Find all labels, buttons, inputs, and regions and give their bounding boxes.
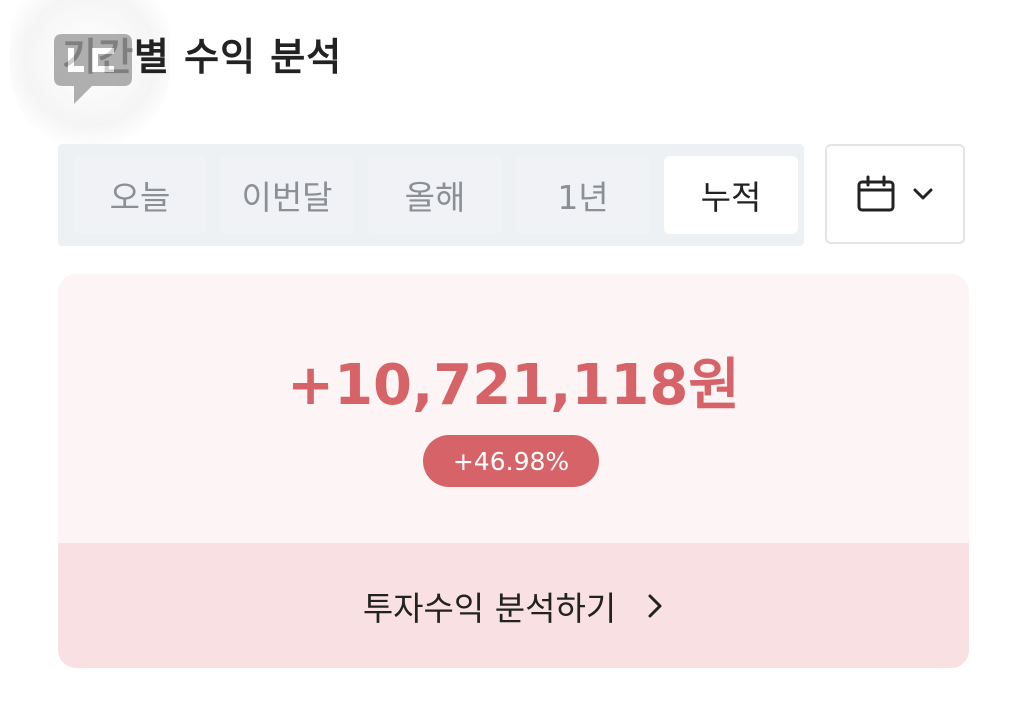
calendar-dropdown-button[interactable] <box>825 144 965 244</box>
tab-one-year[interactable]: 1년 <box>516 156 650 234</box>
analyze-profit-label: 투자수익 분석하기 <box>362 588 617 628</box>
tab-this-year[interactable]: 올해 <box>368 156 502 234</box>
chevron-down-icon <box>913 188 933 200</box>
chat-bubble-icon[interactable] <box>52 30 134 108</box>
chevron-right-icon <box>648 594 662 617</box>
profit-rate-badge: +46.98% <box>423 435 599 487</box>
analyze-profit-button[interactable]: 투자수익 분석하기 <box>58 543 969 668</box>
period-tab-bar: 오늘 이번달 올해 1년 누적 <box>58 144 804 246</box>
profit-summary-card: +10,721,118원 +46.98% 투자수익 분석하기 <box>58 274 969 668</box>
tab-today[interactable]: 오늘 <box>74 156 206 234</box>
profit-amount: +10,721,118원 <box>287 353 740 418</box>
calendar-icon <box>857 175 895 212</box>
tab-this-month[interactable]: 이번달 <box>220 156 354 234</box>
tab-cumulative[interactable]: 누적 <box>664 156 798 234</box>
